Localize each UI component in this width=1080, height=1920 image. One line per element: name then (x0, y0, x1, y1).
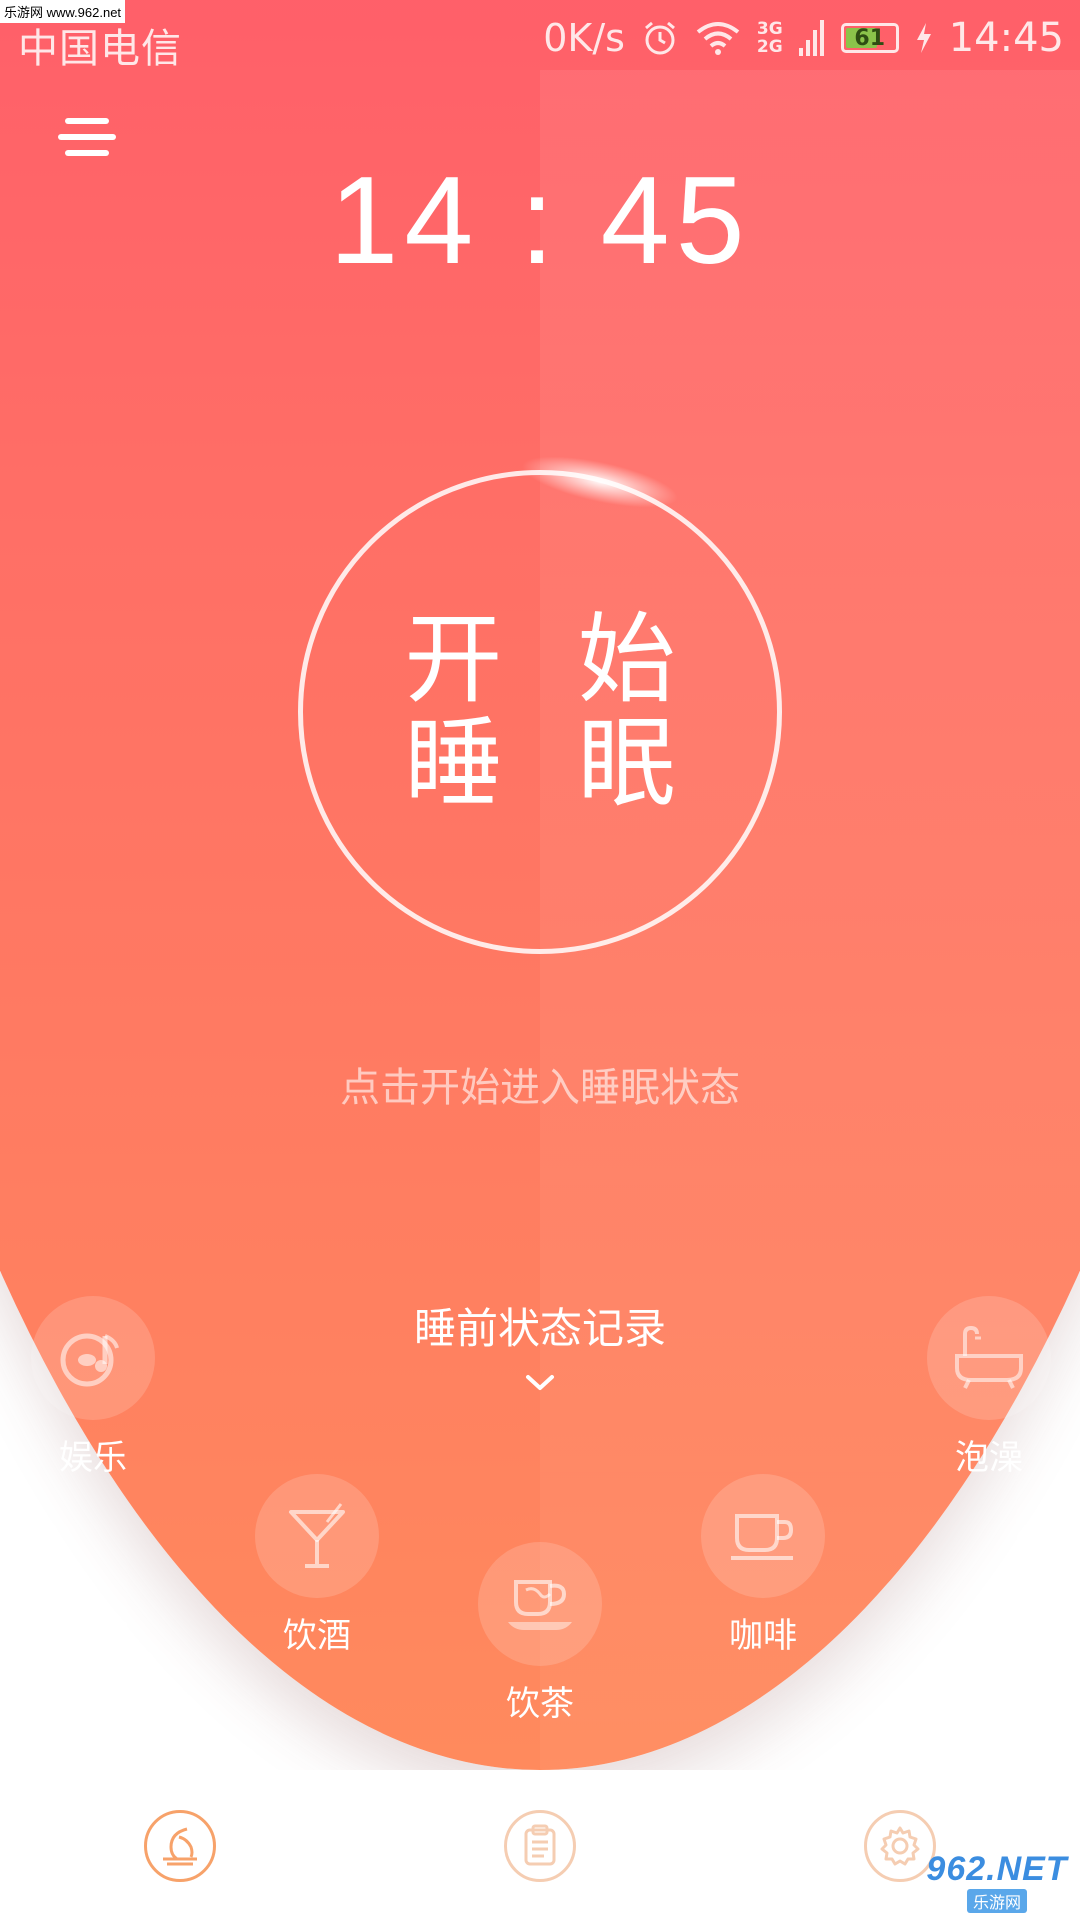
clipboard-icon (524, 1824, 556, 1866)
hero-area: 乐游网 www.962.net 中国电信 0K/s 3G 2G 61 14:45… (0, 0, 1080, 1770)
start-hint: 点击开始进入睡眠状态 (340, 1065, 740, 1111)
signal-icon (798, 18, 825, 58)
activity-entertainment[interactable]: 娱乐 (13, 1296, 173, 1479)
current-time: 14 : 45 (329, 152, 751, 290)
alarm-icon (641, 19, 679, 57)
bathtub-icon (927, 1296, 1051, 1420)
activity-label: 咖啡 (729, 1616, 797, 1656)
activity-label: 泡澡 (955, 1438, 1023, 1478)
activity-alcohol[interactable]: 饮酒 (237, 1474, 397, 1657)
battery-level: 61 (854, 25, 886, 51)
chevron-down-icon[interactable] (522, 1372, 558, 1394)
activity-label: 娱乐 (59, 1438, 127, 1478)
menu-line-middle (58, 134, 116, 140)
coffee-cup-icon (701, 1474, 825, 1598)
start-sleep-button[interactable]: 开 始 睡 眠 (298, 470, 782, 954)
activity-tea[interactable]: 饮茶 (460, 1542, 620, 1725)
cocktail-glass-icon (255, 1474, 379, 1598)
network-generation: 3G 2G (757, 20, 783, 56)
activity-label: 饮茶 (506, 1684, 574, 1724)
tea-cup-icon (478, 1542, 602, 1666)
bottom-watermark: 962.NET 乐游网 (922, 1848, 1072, 1914)
start-label-line1: 开 始 (404, 603, 698, 717)
start-sleep-label: 开 始 睡 眠 (303, 475, 777, 949)
activity-label: 饮酒 (283, 1616, 351, 1656)
watermark-site: 乐游网 (966, 1888, 1027, 1913)
carrier-name: 中国电信 (18, 26, 182, 72)
net-speed: 0K/s (543, 16, 625, 60)
wifi-icon (695, 20, 741, 56)
menu-line-top (65, 118, 109, 124)
music-disc-icon (31, 1296, 155, 1420)
battery-icon: 61 (840, 23, 899, 53)
charging-icon (915, 22, 933, 54)
start-label-line2: 睡 眠 (404, 707, 698, 821)
status-icons: 0K/s 3G 2G 61 14:45 (543, 12, 1064, 64)
activity-bath[interactable]: 泡澡 (909, 1296, 1069, 1479)
gear-icon (880, 1826, 920, 1866)
status-bar: 乐游网 www.962.net 中国电信 0K/s 3G 2G 61 14:45 (0, 0, 1080, 72)
status-time: 14:45 (948, 15, 1064, 61)
nav-record-button[interactable] (504, 1810, 576, 1882)
watermark-brand: 962.NET (926, 1849, 1068, 1888)
activity-coffee[interactable]: 咖啡 (683, 1474, 843, 1657)
sleep-home-screen: 乐游网 www.962.net 中国电信 0K/s 3G 2G 61 14:45… (0, 0, 1080, 1920)
network-gen-secondary: 2G (756, 37, 783, 57)
moon-sleep-icon (163, 1827, 197, 1866)
network-gen-primary: 3G (756, 19, 783, 39)
nav-sleep-button[interactable] (144, 1810, 216, 1882)
